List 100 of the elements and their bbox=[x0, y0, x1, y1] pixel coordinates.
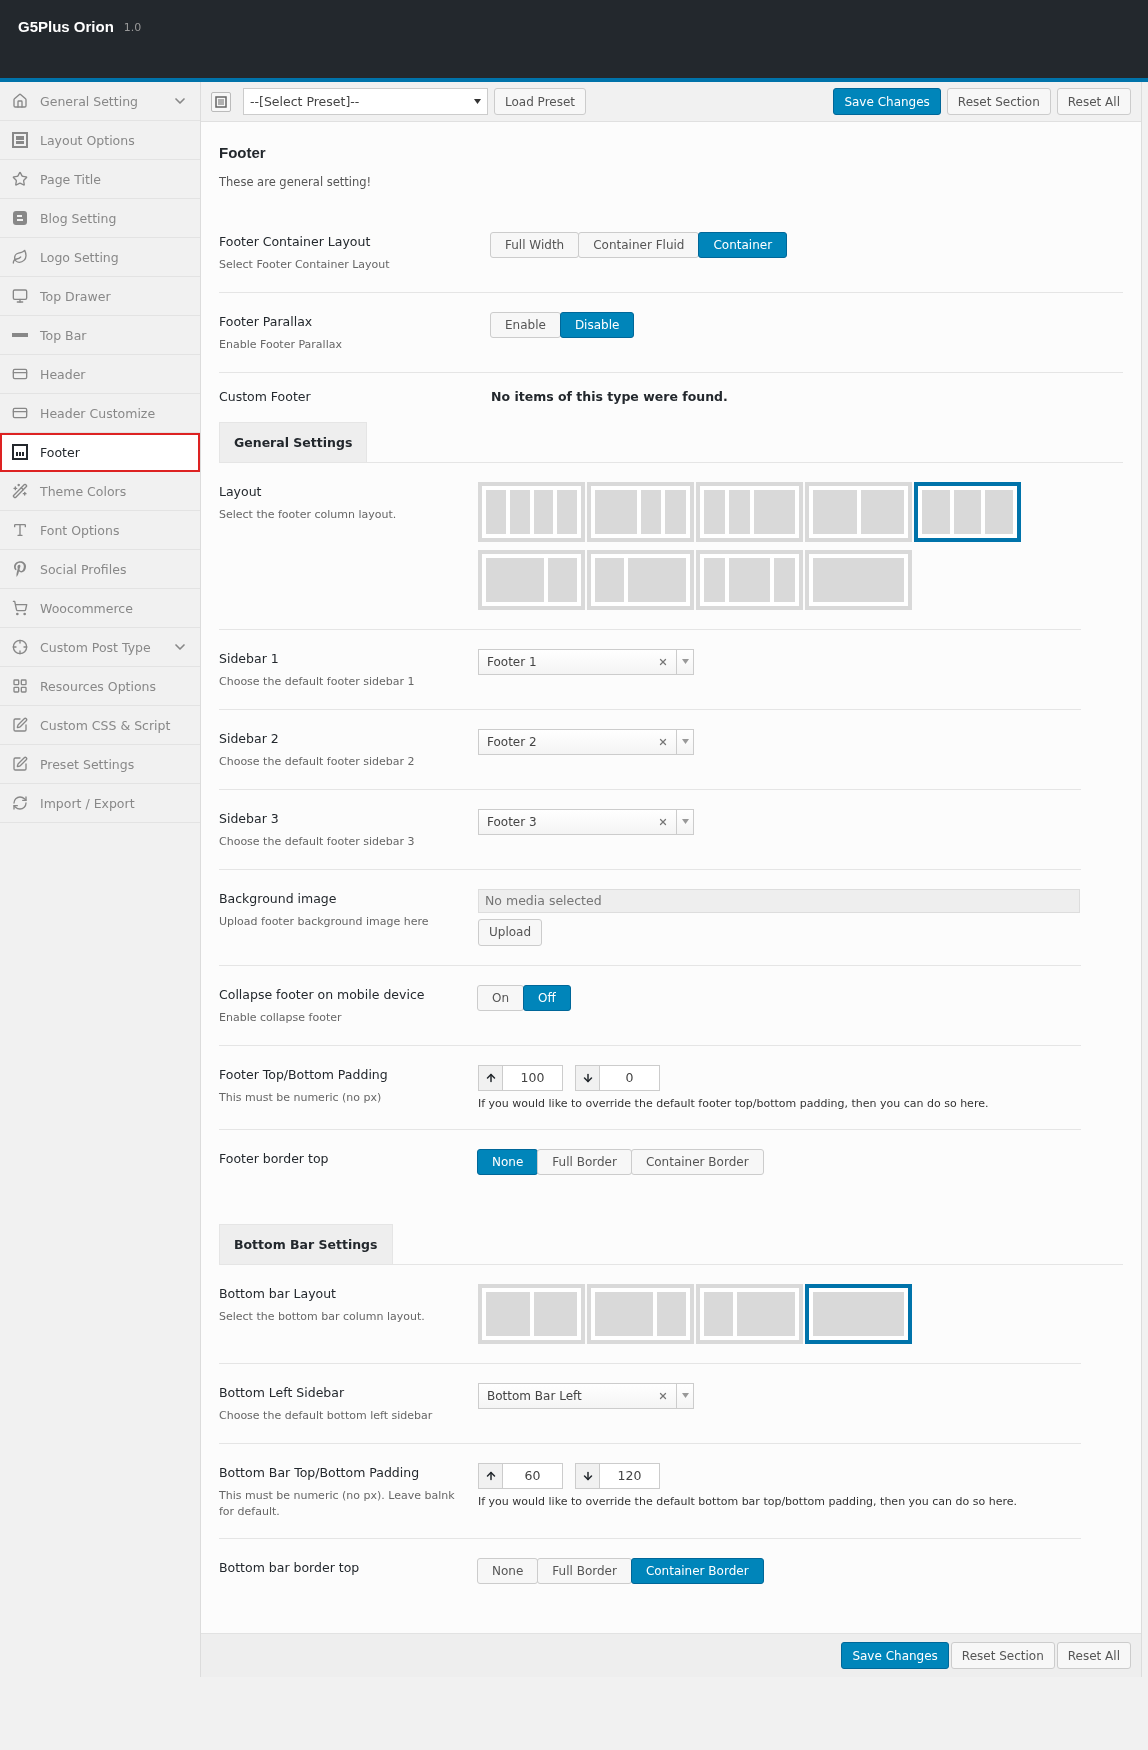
field-label: Sidebar 3 bbox=[219, 810, 280, 826]
bottom-padding-field[interactable]: 0 bbox=[600, 1064, 660, 1091]
field-description: Select Footer Container Layout bbox=[219, 257, 391, 273]
monitor-icon bbox=[12, 288, 28, 304]
field-description: Enable collapse footer bbox=[219, 1009, 343, 1026]
sidebar-select[interactable]: Footer 3 bbox=[478, 808, 694, 835]
media-field[interactable]: No media selected bbox=[478, 888, 1080, 913]
reset-button[interactable]: Reset Section bbox=[950, 1642, 1055, 1670]
field-description: Choose the default footer sidebar 3 bbox=[219, 833, 416, 850]
help-text: If you would like to override the default bottom bar top/bottom padding, then you can do so here. bbox=[478, 1494, 1019, 1508]
option-button[interactable]: Full Width bbox=[490, 232, 580, 258]
empty-message: No items of this type were found. bbox=[491, 387, 729, 404]
clear-icon[interactable] bbox=[658, 656, 668, 667]
arrow-up-icon bbox=[484, 1469, 497, 1482]
field-description: Choose the default footer sidebar 1 bbox=[219, 673, 416, 690]
field-label: Bottom Bar Top/Bottom Padding bbox=[219, 1464, 421, 1480]
section-tab[interactable]: General Settings bbox=[219, 421, 368, 462]
edit-icon bbox=[12, 717, 28, 733]
upload-button[interactable]: Upload bbox=[478, 918, 543, 946]
letter-icon bbox=[12, 522, 28, 538]
bottom-padding-field[interactable]: 120 bbox=[600, 1462, 660, 1489]
top-padding-field[interactable]: 60 bbox=[503, 1462, 563, 1489]
field-description: Select the footer column layout. bbox=[219, 506, 398, 523]
sidebar-item[interactable]: Footer bbox=[0, 433, 200, 472]
field-description: This must be numeric (no px) bbox=[219, 1089, 383, 1106]
reset-button[interactable]: Reset All bbox=[1056, 88, 1131, 115]
field-label: Custom Footer bbox=[219, 388, 312, 404]
grid-icon bbox=[12, 678, 28, 694]
option-button[interactable]: On bbox=[477, 984, 525, 1011]
p-icon bbox=[12, 561, 28, 577]
footer-icon bbox=[12, 444, 28, 460]
arrow-down-icon bbox=[581, 1071, 594, 1084]
version-label: 1.0 bbox=[123, 21, 142, 34]
field-label: Footer Top/Bottom Padding bbox=[219, 1066, 389, 1082]
field-label: Sidebar 2 bbox=[219, 730, 280, 746]
field-label: Background image bbox=[219, 890, 338, 906]
option-button[interactable]: Container Border bbox=[630, 1558, 764, 1585]
layout-option[interactable] bbox=[805, 1283, 912, 1344]
option-button[interactable]: Disable bbox=[559, 311, 635, 338]
arrow-down-icon bbox=[581, 1469, 594, 1482]
option-button[interactable]: None bbox=[477, 1558, 539, 1585]
clear-icon[interactable] bbox=[658, 1390, 668, 1401]
arrow-up-icon bbox=[484, 1071, 497, 1084]
caret-icon bbox=[681, 739, 689, 745]
save-button[interactable]: Save Changes bbox=[833, 88, 941, 115]
clear-icon[interactable] bbox=[658, 736, 668, 747]
sidebar-select[interactable]: Footer 2 bbox=[478, 728, 694, 755]
leaf-icon bbox=[12, 249, 28, 265]
crosshair-icon bbox=[12, 639, 28, 655]
wand-icon bbox=[12, 483, 28, 499]
option-button[interactable]: Full Border bbox=[537, 1558, 632, 1585]
cart-icon bbox=[12, 600, 28, 616]
option-button[interactable]: None bbox=[477, 1148, 539, 1175]
preset-select[interactable]: --[Select Preset]-- bbox=[243, 88, 488, 115]
field-description: Enable Footer Parallax bbox=[219, 336, 343, 353]
field-description: This must be numeric (no px). Leave balnk for default. bbox=[219, 1487, 456, 1520]
top-padding-field[interactable]: 100 bbox=[503, 1064, 563, 1091]
caret-icon bbox=[681, 1393, 689, 1399]
field-description: Choose the default bottom left sidebar bbox=[219, 1407, 434, 1424]
home-icon bbox=[12, 93, 28, 109]
caret-icon bbox=[681, 659, 689, 665]
field-label: Bottom Left Sidebar bbox=[219, 1384, 346, 1400]
square-icon bbox=[12, 210, 28, 226]
option-button[interactable]: Full Border bbox=[537, 1148, 632, 1175]
section-description: These are general setting! bbox=[219, 175, 373, 189]
reset-button[interactable]: Reset Section bbox=[946, 88, 1051, 115]
load-preset-button[interactable]: Load Preset bbox=[494, 88, 587, 115]
edit-icon bbox=[12, 756, 28, 772]
card-icon bbox=[12, 405, 28, 421]
clear-icon[interactable] bbox=[658, 816, 668, 827]
layout-option[interactable] bbox=[914, 481, 1021, 542]
option-button[interactable]: Enable bbox=[490, 311, 561, 338]
field-label: Layout bbox=[219, 483, 263, 499]
field-description: Choose the default footer sidebar 2 bbox=[219, 753, 416, 770]
field-label: Footer Parallax bbox=[219, 313, 314, 329]
field-description: Select the bottom bar column layout. bbox=[219, 1308, 426, 1325]
option-button[interactable]: Container Border bbox=[630, 1148, 764, 1175]
section-tab[interactable]: Bottom Bar Settings bbox=[219, 1223, 393, 1264]
reset-button[interactable]: Reset All bbox=[1056, 1642, 1131, 1670]
layout-icon bbox=[12, 132, 28, 148]
option-button[interactable]: Container bbox=[698, 232, 788, 258]
sidebar-select[interactable]: Footer 1 bbox=[478, 648, 694, 675]
field-description: Upload footer background image here bbox=[219, 913, 430, 930]
field-label: Sidebar 1 bbox=[219, 650, 280, 666]
caret-icon bbox=[474, 99, 481, 104]
caret-icon bbox=[681, 819, 689, 825]
field-label: Footer border top bbox=[219, 1150, 330, 1166]
app-title: G5Plus Orion bbox=[18, 18, 114, 35]
card-icon bbox=[12, 366, 28, 382]
option-button[interactable]: Container Fluid bbox=[578, 232, 700, 258]
layout-icon[interactable] bbox=[211, 91, 231, 112]
option-button[interactable]: Off bbox=[523, 984, 571, 1011]
section-title: Footer bbox=[219, 144, 267, 161]
minus-icon bbox=[12, 333, 28, 337]
save-button[interactable]: Save Changes bbox=[841, 1642, 949, 1670]
help-text: If you would like to override the default footer top/bottom padding, then you can do so here. bbox=[478, 1096, 990, 1110]
field-label: Footer Container Layout bbox=[219, 234, 372, 249]
field-label: Bottom bar Layout bbox=[219, 1285, 338, 1301]
field-label: Collapse footer on mobile device bbox=[219, 986, 426, 1002]
sidebar-select[interactable]: Bottom Bar Left bbox=[478, 1382, 694, 1409]
